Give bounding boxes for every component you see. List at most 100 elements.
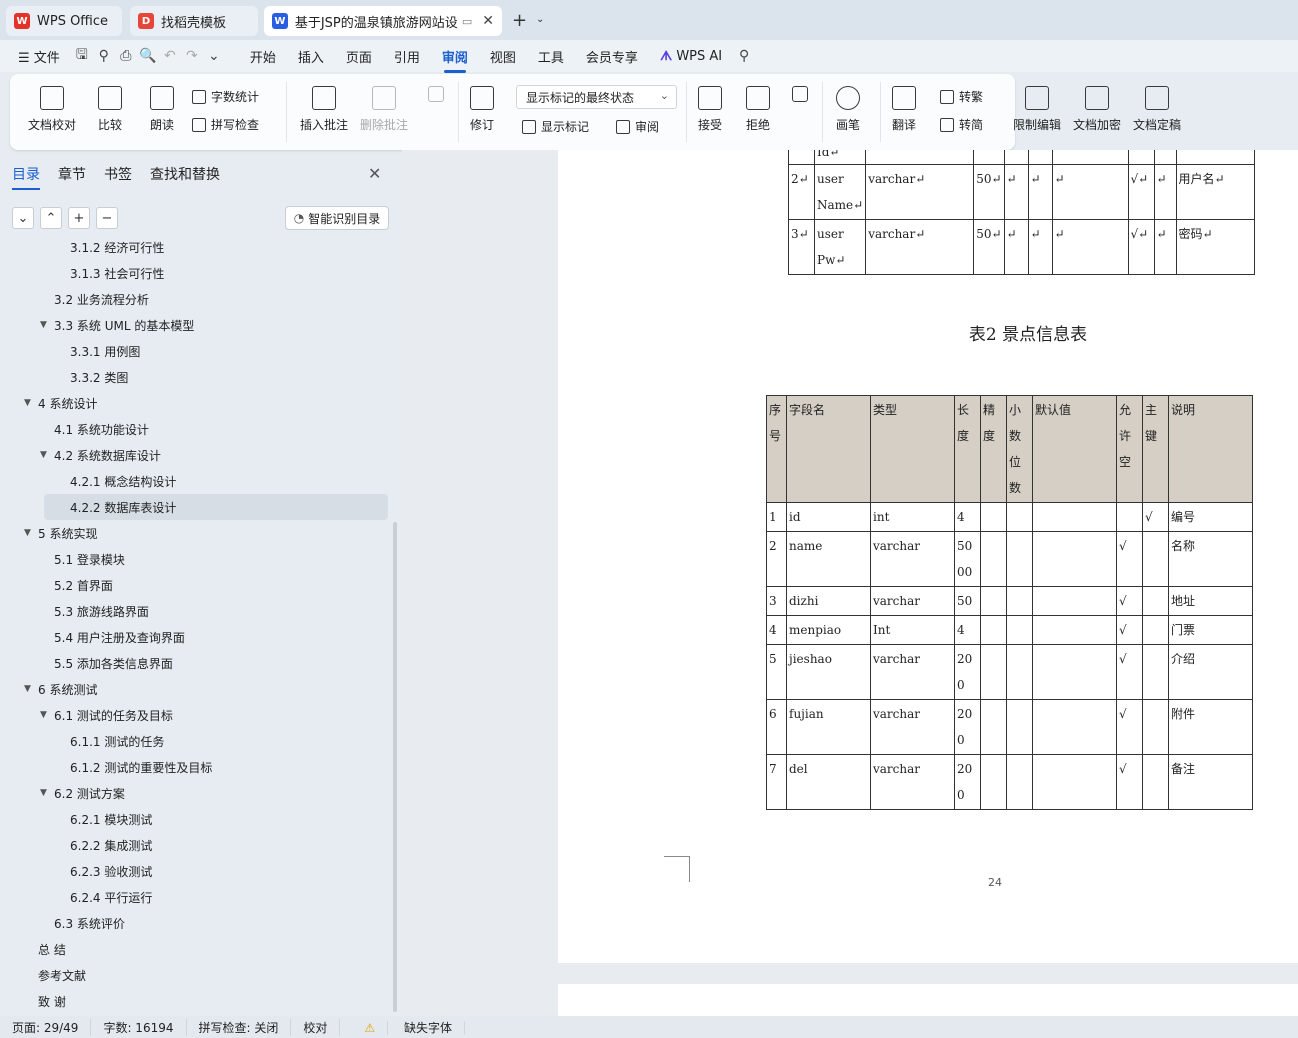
encrypt-button[interactable]: 文档加密 [1073,86,1121,133]
menu-view[interactable]: 视图 [479,47,527,66]
toc-item[interactable]: 3.3.2 类图 [0,364,390,390]
toc-item[interactable]: 3.3.1 用例图 [0,338,390,364]
show-markup-button[interactable]: 显示标记 [522,118,589,135]
collapse-toggle-icon[interactable]: ▼ [24,684,31,694]
toc-item[interactable]: 4.2.1 概念结构设计 [0,468,390,494]
toc-item[interactable]: 5.3 旅游线路界面 [0,598,390,624]
undo-icon[interactable]: ↶ [159,45,181,67]
toc-item[interactable]: 6.3 系统评价 [0,910,390,936]
print-preview-icon[interactable]: 🔍 [137,45,159,67]
share-icon[interactable]: ⚲ [93,45,115,67]
toc-item[interactable]: ▼ 5 系统实现 [0,520,390,546]
translate-button[interactable]: 翻译 [892,86,916,133]
search-icon[interactable]: ⚲ [733,45,755,67]
pen-button[interactable]: 画笔 [836,86,860,133]
restrict-edit-button[interactable]: 限制编辑 [1013,86,1061,133]
redo-icon[interactable]: ↷ [181,45,203,67]
tab-toc[interactable]: 目录 [12,164,40,190]
collapse-all-button[interactable]: ⌃ [40,207,62,229]
proofread-status[interactable]: 校对 [291,1018,341,1036]
toc-item[interactable]: 3.1.3 社会可行性 [0,260,390,286]
toc-item[interactable]: 6.2.2 集成测试 [0,832,390,858]
collapse-toggle-icon[interactable]: ▼ [24,398,31,408]
toc-item[interactable]: ▼ 6 系统测试 [0,676,390,702]
menu-insert[interactable]: 插入 [287,47,335,66]
collapse-toggle-icon[interactable]: ▼ [40,788,47,798]
print-icon[interactable]: ⎙ [115,45,137,67]
monitor-icon[interactable]: ▭ [462,15,472,28]
close-icon[interactable]: ✕ [482,13,494,29]
menu-page[interactable]: 页面 [335,47,383,66]
toc-item[interactable]: 5.4 用户注册及查询界面 [0,624,390,650]
toc-item[interactable]: 3.1.2 经济可行性 [0,240,390,260]
toc-item[interactable]: 6.2.1 模块测试 [0,806,390,832]
doc-check-button[interactable]: 文档校对 [28,86,76,133]
toc-item[interactable]: 6.2.4 平行运行 [0,884,390,910]
tab-template[interactable]: D 找稻壳模板 [130,6,258,36]
menu-home[interactable]: 开始 [239,47,287,66]
menu-member[interactable]: 会员专享 [575,47,649,66]
toc-item[interactable]: ▼ 3.3 系统 UML 的基本模型 [0,312,390,338]
toc-item[interactable]: 5.5 添加各类信息界面 [0,650,390,676]
page-indicator[interactable]: 页面: 29/49 [0,1018,92,1036]
toc-item[interactable]: 致 谢 [0,988,390,1014]
missing-font-status[interactable]: ⚠ 缺失字体 [340,1019,477,1036]
finalize-button[interactable]: 文档定稿 [1133,86,1181,133]
menu-review[interactable]: 审阅 [431,47,479,73]
toc-item[interactable]: 3.2 业务流程分析 [0,286,390,312]
spell-check-button[interactable]: 拼写检查 [192,116,259,133]
collapse-toggle-icon[interactable]: ▼ [40,710,47,720]
revise-button[interactable]: 修订 [470,86,494,133]
toc-item[interactable]: 6.2.3 验收测试 [0,858,390,884]
more-chevron-icon[interactable]: ⌄ [203,45,225,67]
to-simplified-button[interactable]: 转简 [940,116,983,133]
menu-reference[interactable]: 引用 [383,47,431,66]
prev-change-button[interactable] [792,86,808,108]
new-tab-button[interactable]: + [512,10,527,31]
toc-item[interactable]: 参考文献 [0,962,390,988]
word-count-button[interactable]: 字数统计 [192,88,259,105]
toc-item[interactable]: 6.1.1 测试的任务 [0,728,390,754]
remove-heading-button[interactable]: − [96,207,118,229]
tab-wps-office[interactable]: W WPS Office [6,6,122,36]
accept-button[interactable]: 接受 [698,86,722,133]
tab-bookmarks[interactable]: 书签 [104,164,132,184]
tab-document[interactable]: W 基于JSP的温泉镇旅游网站设计 ▭ ✕ [264,6,502,36]
word-count[interactable]: 字数: 16194 [91,1018,187,1036]
wps-ai-button[interactable]: ᗑ WPS AI [649,49,733,64]
compare-button[interactable]: 比较 [98,86,122,133]
save-icon[interactable]: 🖫 [71,45,93,67]
reject-button[interactable]: 拒绝 [746,86,770,133]
toc-item[interactable]: 5.1 登录模块 [0,546,390,572]
read-aloud-button[interactable]: 朗读 [150,86,174,133]
review-pane-button[interactable]: 审阅 [616,118,659,135]
markup-state-dropdown[interactable]: 显示标记的最终状态 ⌄ [516,85,677,109]
toc-item[interactable]: ▼ 6.2 测试方案 [0,780,390,806]
to-traditional-button[interactable]: 转繁 [940,88,983,105]
menu-tools[interactable]: 工具 [527,47,575,66]
add-heading-button[interactable]: + [68,207,90,229]
expand-all-button[interactable]: ⌄ [12,207,34,229]
toc-item[interactable]: ▼ 6.1 测试的任务及目标 [0,702,390,728]
prev-comment-button[interactable] [428,86,444,108]
toc-item[interactable]: 4.1 系统功能设计 [0,416,390,442]
smart-toc-button[interactable]: ◔ 智能识别目录 [285,206,389,230]
tab-find-replace[interactable]: 查找和替换 [150,164,220,184]
file-menu[interactable]: ☰ 文件 [0,47,71,66]
toc-item[interactable]: 4.2.2 数据库表设计 [44,494,388,520]
toc-item[interactable]: 5.2 首界面 [0,572,390,598]
delete-comment-button[interactable]: 删除批注 [360,86,408,133]
chevron-down-icon[interactable]: ⌄ [536,14,544,25]
toc-item[interactable]: ▼ 4.2 系统数据库设计 [0,442,390,468]
collapse-toggle-icon[interactable]: ▼ [40,320,47,330]
toc-scrollbar[interactable] [393,522,397,1012]
close-pane-icon[interactable]: ✕ [368,164,381,183]
insert-comment-button[interactable]: 插入批注 [300,86,348,133]
toc-item[interactable]: ▼ 4 系统设计 [0,390,390,416]
collapse-toggle-icon[interactable]: ▼ [24,528,31,538]
tab-chapters[interactable]: 章节 [58,164,86,184]
toc-item[interactable]: 总 结 [0,936,390,962]
toc-item[interactable]: 6.1.2 测试的重要性及目标 [0,754,390,780]
spell-check-status[interactable]: 拼写检查: 关闭 [187,1018,292,1036]
collapse-toggle-icon[interactable]: ▼ [40,450,47,460]
